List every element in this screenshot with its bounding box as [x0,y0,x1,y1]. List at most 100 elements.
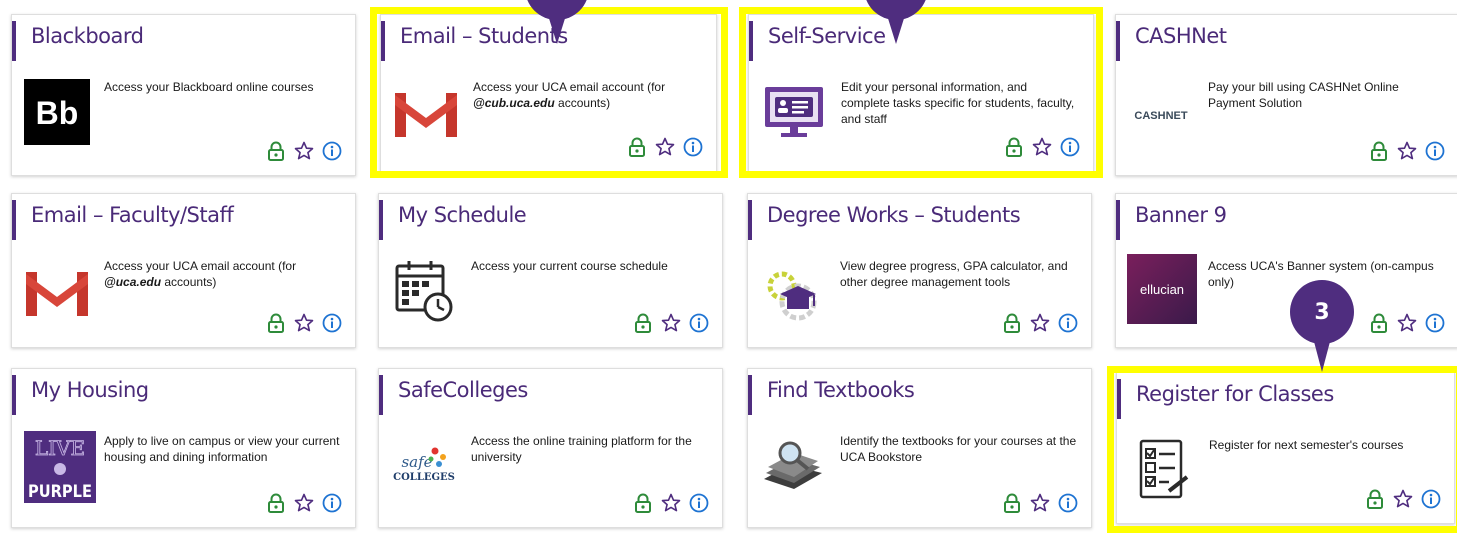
info-icon[interactable] [1058,493,1078,513]
info-icon[interactable] [1425,141,1445,161]
info-icon[interactable] [689,493,709,513]
card-title[interactable]: Find Textbooks [767,378,915,402]
live-purple-logo: LIVE PURPLE [24,431,96,503]
star-icon[interactable] [1030,313,1050,333]
accent-bar [748,200,752,240]
lock-icon[interactable] [1002,493,1022,513]
lock-icon[interactable] [266,141,286,161]
card-my-schedule[interactable]: My Schedule Access your current course s… [378,193,723,348]
lock-icon[interactable] [627,137,647,157]
card-actions [266,313,342,333]
card-description: Pay your bill using CASHNet Online Payme… [1208,80,1399,110]
lock-icon[interactable] [1365,489,1385,509]
star-icon[interactable] [1397,313,1417,333]
star-icon[interactable] [294,141,314,161]
star-icon[interactable] [1030,493,1050,513]
blackboard-logo: Bb [24,79,90,145]
card-actions [633,493,709,513]
card-title[interactable]: SafeColleges [398,378,528,402]
checklist-icon [1129,437,1195,503]
lock-icon[interactable] [266,493,286,513]
card-description: Register for next semester's courses [1209,438,1404,452]
card-actions [1004,137,1080,157]
lock-icon[interactable] [1369,313,1389,333]
desc-text: Access your UCA email account (for [104,259,297,273]
info-icon[interactable] [1058,313,1078,333]
lock-icon[interactable] [1369,141,1389,161]
live-purple-logo-top: LIVE [35,436,85,460]
lock-icon[interactable] [633,313,653,333]
accent-bar [1116,200,1120,240]
star-icon[interactable] [1032,137,1052,157]
callout-marker-label: 3 [1290,280,1354,344]
card-description: View degree progress, GPA calculator, an… [840,259,1068,289]
card-title[interactable]: Blackboard [31,24,144,48]
card-actions [1002,493,1078,513]
info-icon[interactable] [322,493,342,513]
info-icon[interactable] [683,137,703,157]
card-description: Access your UCA email account (for @uca.… [104,258,342,290]
lock-icon[interactable] [1002,313,1022,333]
card-title[interactable]: My Housing [31,378,149,402]
calendar-clock-icon [391,258,457,324]
card-title[interactable]: My Schedule [398,203,527,227]
blackboard-logo-text: Bb [36,95,79,131]
desc-text: Access your UCA email account (for [473,80,666,94]
info-icon[interactable] [1421,489,1441,509]
star-icon[interactable] [1393,489,1413,509]
card-cashnet[interactable]: CASHNet CASHNET Pay your bill using CASH… [1115,14,1457,176]
card-description: Access your Blackboard online courses [104,80,314,94]
card-safecolleges[interactable]: SafeColleges safe COLLEGES Access the on… [378,368,723,528]
lock-icon[interactable] [1004,137,1024,157]
card-actions [627,137,703,157]
star-icon[interactable] [294,313,314,333]
card-find-textbooks[interactable]: Find Textbooks Identify the textbooks fo… [747,368,1092,528]
info-icon[interactable] [1425,313,1445,333]
card-description: Access your UCA email account (for @cub.… [473,79,711,111]
card-email-faculty-staff[interactable]: Email – Faculty/Staff Access your UCA em… [11,193,356,348]
star-icon[interactable] [661,493,681,513]
lock-icon[interactable] [266,313,286,333]
safecolleges-logo-top: safe [401,453,432,471]
card-banner-9[interactable]: Banner 9 ellucian Access UCA's Banner sy… [1115,193,1457,348]
desc-text: accounts) [554,96,611,110]
card-my-housing[interactable]: My Housing LIVE PURPLE Apply to live on … [11,368,356,528]
star-icon[interactable] [294,493,314,513]
accent-bar [1116,21,1120,61]
accent-bar [381,21,385,61]
card-title[interactable]: Degree Works – Students [767,203,1021,227]
accent-bar [748,375,752,415]
card-actions [266,141,342,161]
live-purple-logo-bottom: PURPLE [28,482,92,502]
card-actions [633,313,709,333]
card-title[interactable]: Email – Faculty/Staff [31,203,234,227]
star-icon[interactable] [661,313,681,333]
info-icon[interactable] [322,313,342,333]
accent-bar [749,21,753,61]
desc-email-domain: @cub.uca.edu [473,96,555,110]
card-actions [266,493,342,513]
info-icon[interactable] [1060,137,1080,157]
star-icon[interactable] [1397,141,1417,161]
card-actions [1369,141,1445,161]
card-title[interactable]: Register for Classes [1136,382,1334,406]
info-icon[interactable] [322,141,342,161]
card-blackboard[interactable]: Blackboard Bb Access your Blackboard onl… [11,14,356,176]
ellucian-logo: ellucian [1127,254,1197,324]
card-actions [1369,313,1445,333]
star-icon[interactable] [655,137,675,157]
card-register-for-classes[interactable]: Register for Classes Register for next s… [1116,372,1455,524]
card-title[interactable]: Banner 9 [1135,203,1227,227]
callout-marker-2 [864,0,928,46]
cashnet-logo: CASHNET [1128,79,1194,145]
desc-email-domain: @uca.edu [104,275,162,289]
card-degree-works[interactable]: Degree Works – Students View degree prog… [747,193,1092,348]
gmail-icon [393,79,459,145]
card-description: Access the online training platform for … [471,434,692,464]
card-title[interactable]: CASHNet [1135,24,1227,48]
accent-bar [12,375,16,415]
graduation-gear-icon [760,258,826,324]
ellucian-logo-text: ellucian [1140,282,1184,297]
lock-icon[interactable] [633,493,653,513]
info-icon[interactable] [689,313,709,333]
